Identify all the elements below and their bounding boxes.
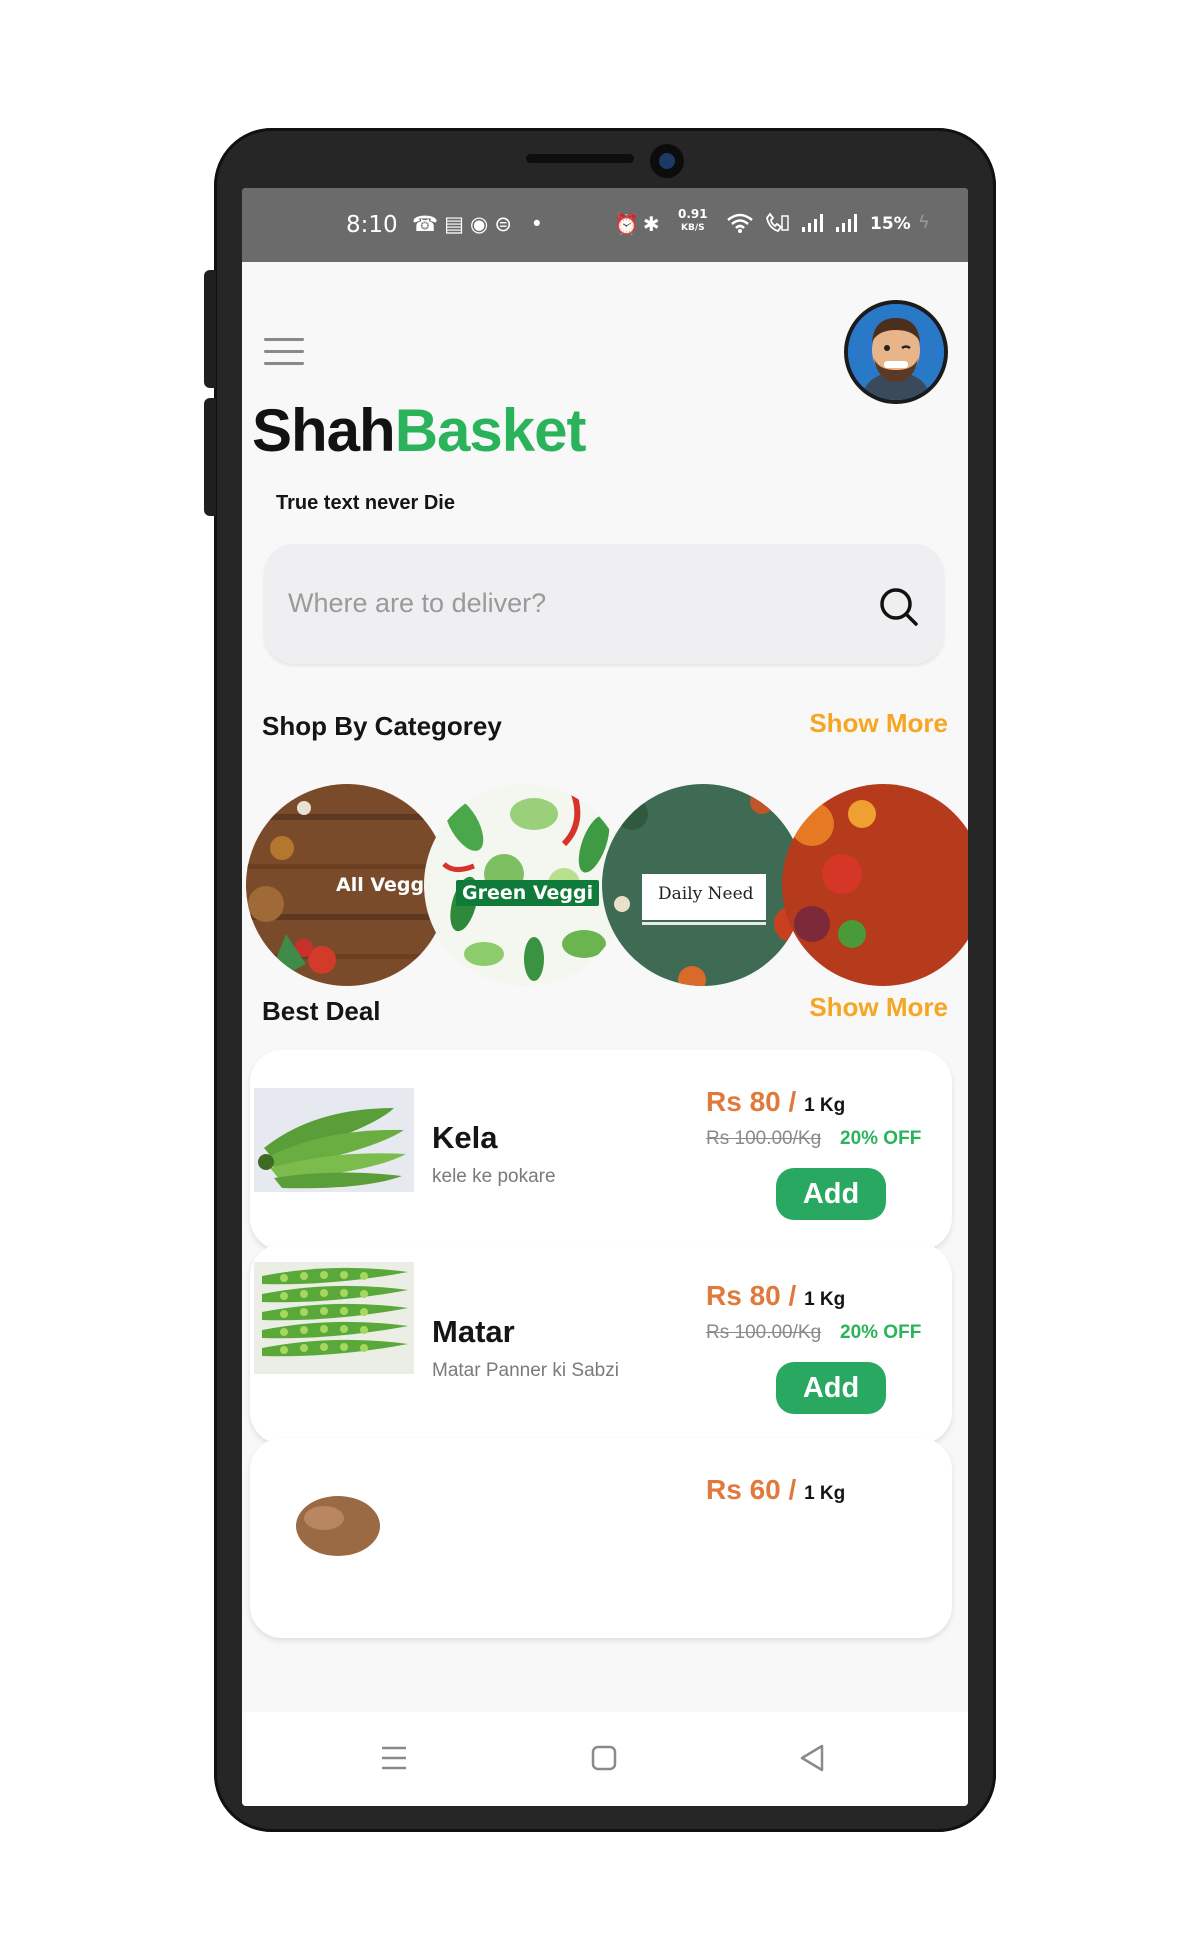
root-vegetable-image (296, 1496, 380, 1556)
charging-icon: ϟ (918, 212, 930, 233)
status-time: 8:10 (346, 212, 398, 238)
volume-button (204, 270, 216, 388)
add-to-cart-button[interactable]: Add (776, 1168, 886, 1220)
phone-frame: 8:10 ☎▤◉⊜ • ⏰✱ 0.91 KB/S 15% ϟ ShahBaske… (204, 128, 996, 1832)
battery-level: 15% (870, 214, 911, 234)
product-old-price: Rs 100.00/Kg (706, 1128, 822, 1149)
tagline: True text never Die (276, 492, 455, 514)
price-value: Rs 80 / (706, 1280, 797, 1311)
category-daily-need[interactable]: Daily Need (602, 784, 804, 986)
product-image (254, 1088, 414, 1192)
nav-home-icon[interactable] (584, 1738, 624, 1778)
product-name: Kela (432, 1120, 498, 1155)
nav-back-icon[interactable] (792, 1738, 832, 1778)
category-all-veggi[interactable]: All Veggi (246, 784, 448, 986)
product-card-matar[interactable]: Matar Matar Panner ki Sabzi Rs 80 / 1 Kg… (250, 1244, 952, 1444)
product-price: Rs 80 / 1 Kg (706, 1280, 845, 1312)
system-nav-bar (242, 1712, 968, 1806)
status-bar: 8:10 ☎▤◉⊜ • ⏰✱ 0.91 KB/S 15% ϟ (242, 188, 968, 262)
peas-image (254, 1262, 414, 1374)
add-to-cart-button[interactable]: Add (776, 1362, 886, 1414)
price-value: Rs 80 / (706, 1086, 797, 1117)
price-value: Rs 60 / (706, 1474, 797, 1505)
product-image (254, 1262, 414, 1374)
category-green-veggi[interactable]: Green Veggi (424, 784, 626, 986)
banana-image (254, 1088, 414, 1192)
signal-icon-2 (836, 214, 858, 232)
wifi-signal-icons (726, 212, 859, 239)
search-bar (264, 544, 944, 664)
product-old-price: Rs 100.00/Kg (706, 1322, 822, 1343)
categories-title: Shop By Categorey (262, 711, 502, 741)
product-description: kele ke pokare (432, 1166, 556, 1187)
product-discount: 20% OFF (840, 1322, 922, 1343)
product-description: Matar Panner ki Sabzi (432, 1360, 619, 1381)
power-button (204, 398, 216, 516)
call-icon (766, 212, 790, 233)
price-unit: 1 Kg (804, 1095, 846, 1116)
brand-name-part2: Basket (394, 397, 587, 464)
categories-show-more-link[interactable]: Show More (809, 708, 948, 739)
product-price: Rs 80 / 1 Kg (706, 1086, 845, 1118)
product-card-kela[interactable]: Kela kele ke pokare Rs 80 / 1 Kg Rs 100.… (250, 1050, 952, 1250)
category-label: Daily Need (658, 884, 754, 904)
category-label: Green Veggi (456, 880, 600, 906)
best-deal-title: Best Deal (262, 996, 381, 1026)
alarm-bluetooth-icons: ⏰✱ (614, 212, 664, 236)
category-image-fruits (782, 784, 968, 986)
avatar[interactable] (844, 300, 948, 404)
product-name: Matar (432, 1314, 515, 1349)
net-speed-unit: KB/S (681, 223, 705, 233)
search-input[interactable] (286, 582, 850, 624)
best-deal-show-more-link[interactable]: Show More (809, 992, 948, 1023)
product-discount: 20% OFF (840, 1128, 922, 1149)
front-camera (650, 144, 684, 178)
product-image (254, 1468, 414, 1572)
brand-name-part1: Shah (252, 397, 396, 464)
price-unit: 1 Kg (804, 1483, 846, 1504)
menu-icon[interactable] (264, 338, 304, 368)
nav-recents-icon[interactable] (374, 1738, 414, 1778)
net-speed-value: 0.91 (678, 207, 708, 221)
category-partial[interactable] (782, 784, 968, 986)
notification-icons: ☎▤◉⊜ • (412, 212, 549, 236)
app-screen: 8:10 ☎▤◉⊜ • ⏰✱ 0.91 KB/S 15% ϟ ShahBaske… (242, 188, 968, 1806)
wifi-icon (727, 213, 753, 233)
avatar-image (848, 304, 944, 400)
search-icon[interactable] (876, 584, 920, 628)
network-speed: 0.91 KB/S (678, 208, 708, 234)
category-label: All Veggi (336, 874, 431, 896)
brand-logo: ShahBasket (252, 396, 586, 465)
earpiece-speaker (526, 154, 634, 163)
product-card-partial[interactable]: Rs 60 / 1 Kg (250, 1438, 952, 1638)
price-unit: 1 Kg (804, 1289, 846, 1310)
product-price: Rs 60 / 1 Kg (706, 1474, 845, 1506)
signal-icon (801, 214, 823, 232)
